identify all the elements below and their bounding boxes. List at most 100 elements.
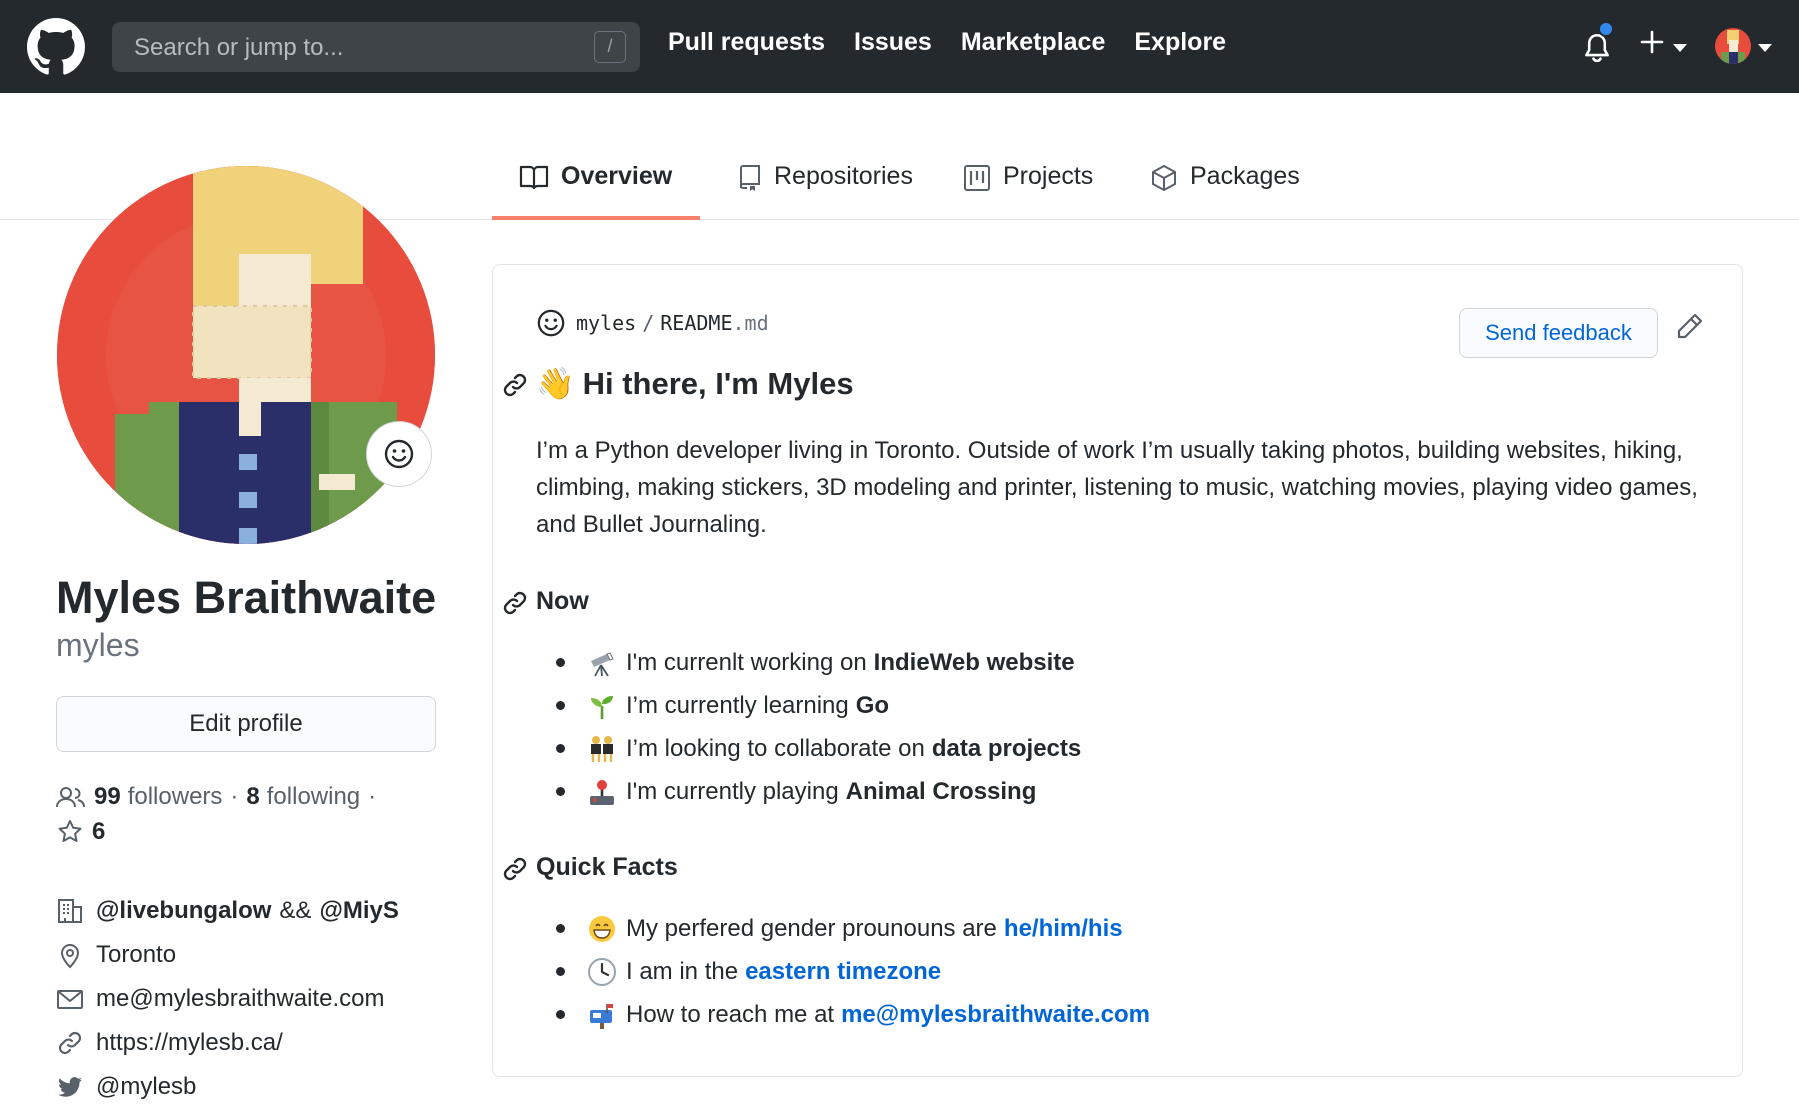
waving-hand-emoji: 👋: [536, 366, 575, 401]
quick-facts-heading: Quick Facts: [536, 853, 678, 881]
clock-emoji: [588, 957, 616, 986]
plus-icon[interactable]: [1640, 30, 1664, 54]
people-icon: [56, 787, 85, 808]
tab-label: Projects: [1003, 162, 1094, 190]
chevron-down-icon[interactable]: [1758, 44, 1772, 52]
notification-dot: [1598, 21, 1614, 37]
pronouns-link[interactable]: he/him/his: [1004, 915, 1123, 943]
profile-details: @livebungalow && @MiyS Toronto me@mylesb…: [56, 889, 399, 1105]
user-menu-avatar[interactable]: [1715, 28, 1751, 64]
organization-item: @livebungalow && @MiyS: [56, 889, 399, 933]
now-item-bold: IndieWeb website: [873, 648, 1075, 676]
fact-item-text: My perfered gender prounouns are: [626, 914, 997, 942]
profile-tabs: Overview Repositories Projects Packages: [492, 150, 1330, 220]
profile-avatar[interactable]: [57, 166, 435, 544]
location-text: Toronto: [96, 941, 177, 968]
followers-label[interactable]: followers: [128, 783, 223, 811]
readme-file-link[interactable]: README.md: [660, 311, 768, 335]
location-item: Toronto: [56, 933, 399, 977]
smiley-icon: [537, 309, 565, 337]
website-link[interactable]: https://mylesb.ca/: [96, 1029, 283, 1057]
twitter-item: @mylesb: [56, 1065, 399, 1105]
nav-issues[interactable]: Issues: [854, 28, 932, 57]
telescope-emoji: [591, 651, 614, 676]
now-item-text: I’m looking to collaborate on: [626, 734, 925, 762]
tab-label: Repositories: [774, 162, 913, 190]
readme-heading: 👋 Hi there, I'm Myles: [536, 365, 854, 402]
edit-profile-button[interactable]: Edit profile: [56, 696, 436, 752]
link-icon: [58, 1031, 82, 1055]
send-feedback-button[interactable]: Send feedback: [1459, 308, 1658, 358]
nav-explore[interactable]: Explore: [1134, 28, 1226, 57]
dancers-emoji: [591, 735, 613, 762]
github-logo-icon[interactable]: [27, 18, 85, 76]
followers-count[interactable]: 99: [94, 783, 121, 811]
twitter-link[interactable]: @mylesb: [96, 1073, 196, 1101]
list-item: I’m looking to collaborate on data proje…: [536, 727, 1081, 770]
org-link-livebungalow[interactable]: @livebungalow: [96, 897, 271, 925]
profile-full-name: Myles Braithwaite: [56, 572, 437, 623]
book-icon: [519, 165, 549, 190]
org-link-miys[interactable]: @MiyS: [319, 897, 398, 925]
tab-label: Packages: [1190, 162, 1300, 190]
tab-projects[interactable]: Projects: [938, 150, 1130, 220]
star-icon: [58, 820, 82, 842]
anchor-link-icon[interactable]: [501, 589, 529, 617]
set-status-button[interactable]: [366, 421, 432, 487]
now-item-text: I'm currently playing: [626, 777, 839, 805]
package-icon: [1152, 165, 1176, 191]
profile-readme: myles / README.md Send feedback 👋 Hi the…: [492, 264, 1743, 1077]
mail-icon: [57, 990, 83, 1009]
following-label[interactable]: following: [267, 783, 360, 811]
fact-item-text: I am in the: [626, 957, 739, 985]
tab-repositories[interactable]: Repositories: [700, 150, 938, 220]
tab-packages[interactable]: Packages: [1130, 150, 1330, 220]
repo-icon: [739, 165, 760, 191]
list-item: How to reach me at me@mylesbraithwaite.c…: [536, 993, 1150, 1036]
anchor-link-icon[interactable]: [501, 855, 529, 883]
tab-label: Overview: [561, 162, 673, 190]
list-item: My perfered gender prounouns are he/him/…: [536, 907, 1150, 950]
readme-intro: I’m a Python developer living in Toronto…: [536, 437, 1698, 538]
profile-username: myles: [56, 627, 140, 663]
mailbox-emoji: [590, 1003, 613, 1029]
readme-file-ext: .md: [732, 311, 769, 335]
email-link[interactable]: me@mylesbraithwaite.com: [96, 985, 384, 1013]
smiley-icon: [384, 439, 414, 469]
search-placeholder: Search or jump to...: [134, 34, 344, 61]
list-item: I’m currently learning Go: [536, 684, 1081, 727]
now-item-bold: data projects: [931, 734, 1082, 762]
location-icon: [60, 944, 80, 969]
now-item-bold: Animal Crossing: [845, 777, 1037, 805]
stars-stat[interactable]: 6: [56, 818, 105, 846]
readme-heading-text: Hi there, I'm Myles: [582, 365, 854, 401]
global-header: Search or jump to... / Pull requests Iss…: [0, 0, 1799, 93]
anchor-link-icon[interactable]: [501, 371, 529, 399]
now-item-text: I'm currenlt working on: [626, 648, 867, 676]
timezone-link[interactable]: eastern timezone: [745, 958, 941, 986]
tab-overview[interactable]: Overview: [492, 150, 700, 220]
nav-pull-requests[interactable]: Pull requests: [668, 28, 825, 57]
chevron-down-icon[interactable]: [1673, 44, 1687, 52]
nav-marketplace[interactable]: Marketplace: [961, 28, 1106, 57]
org-separator: &&: [279, 897, 312, 924]
joystick-emoji: [590, 779, 614, 805]
list-item: I'm currently playing Animal Crossing: [536, 770, 1081, 813]
follow-stats: 99 followers · 8 following ·: [56, 783, 376, 811]
grinning-face-emoji: [589, 915, 615, 942]
following-count[interactable]: 8: [246, 783, 259, 811]
email-item: me@mylesbraithwaite.com: [56, 977, 399, 1021]
search-box[interactable]: Search or jump to... /: [112, 22, 640, 72]
organization-icon: [58, 899, 82, 923]
pencil-icon[interactable]: [1673, 311, 1705, 343]
email-link[interactable]: me@mylesbraithwaite.com: [841, 1001, 1150, 1029]
website-item: https://mylesb.ca/: [56, 1021, 399, 1065]
readme-repo-link[interactable]: myles: [576, 311, 636, 335]
readme-path: myles / README.md: [536, 308, 769, 338]
seedling-emoji: [591, 695, 613, 719]
now-heading: Now: [536, 587, 589, 615]
stars-count: 6: [92, 818, 106, 845]
facts-list: My perfered gender prounouns are he/him/…: [536, 907, 1150, 1036]
now-item-bold: Go: [855, 691, 890, 719]
readme-file-base: README: [660, 311, 733, 335]
